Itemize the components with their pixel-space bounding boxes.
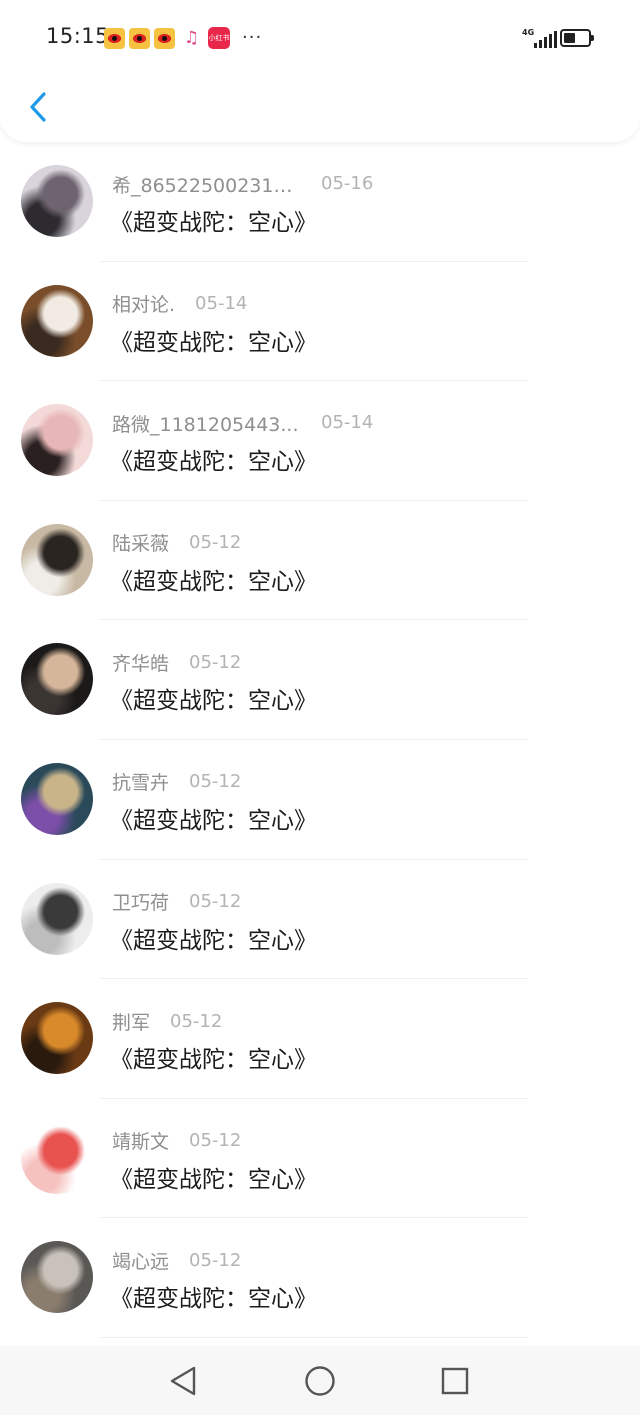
item-meta: 靖斯文 05-12 (112, 1128, 241, 1154)
content-title[interactable]: 《超变战陀：空心》 (110, 442, 317, 476)
user-name[interactable]: 荆军 (112, 1008, 150, 1035)
item-meta: 荆军 05-12 (112, 1008, 222, 1034)
page: 15:15 ♫ 小红书 ··· 4G 希_865225002319... 05-… (0, 0, 640, 1415)
post-date: 05-12 (189, 651, 242, 673)
content-title[interactable]: 《超变战陀：空心》 (110, 1160, 317, 1194)
item-meta: 抗雪卉 05-12 (112, 769, 241, 795)
list-item[interactable]: 希_865225002319... 05-16 《超变战陀：空心》 (0, 142, 640, 262)
divider (100, 1336, 528, 1338)
xiaohongshu-icon: 小红书 (208, 27, 230, 49)
list-item[interactable]: 陆采薇 05-12 《超变战陀：空心》 (0, 501, 640, 621)
item-meta: 卫巧荷 05-12 (112, 889, 241, 915)
avatar[interactable] (21, 404, 93, 477)
user-name[interactable]: 抗雪卉 (112, 768, 169, 795)
content-title[interactable]: 《超变战陀：空心》 (110, 801, 317, 835)
avatar[interactable] (21, 1241, 93, 1314)
list-item[interactable]: 齐华皓 05-12 《超变战陀：空心》 (0, 620, 640, 740)
battery-icon (560, 29, 594, 47)
list-item[interactable]: 荆军 05-12 《超变战陀：空心》 (0, 979, 640, 1099)
content-title[interactable]: 《超变战陀：空心》 (110, 562, 317, 596)
user-name[interactable]: 卫巧荷 (112, 888, 169, 915)
recents-square-icon (441, 1367, 469, 1395)
weibo-icon (129, 27, 150, 49)
avatar[interactable] (21, 643, 93, 716)
post-date: 05-12 (189, 891, 242, 913)
system-navigation-bar (0, 1346, 640, 1415)
content-title[interactable]: 《超变战陀：空心》 (110, 1279, 317, 1313)
nav-home-button[interactable] (303, 1364, 337, 1398)
comment-list: 希_865225002319... 05-16 《超变战陀：空心》 相对论. 05-14… (0, 142, 640, 1338)
list-item[interactable]: 卫巧荷 05-12 《超变战陀：空心》 (0, 860, 640, 980)
music-icon: ♫ (183, 27, 200, 48)
item-meta: 竭心远 05-12 (112, 1247, 241, 1273)
avatar[interactable] (21, 165, 93, 237)
content-title[interactable]: 《超变战陀：空心》 (110, 323, 317, 357)
notification-icons: ♫ 小红书 ··· (104, 27, 262, 49)
post-date: 05-14 (195, 293, 248, 315)
status-time: 15:15 (46, 24, 110, 48)
content-title[interactable]: 《超变战陀：空心》 (110, 681, 317, 715)
item-meta: 相对论. 05-14 (112, 291, 247, 317)
post-date: 05-14 (321, 412, 374, 434)
home-circle-icon (305, 1366, 335, 1396)
avatar[interactable] (21, 1002, 93, 1075)
user-name[interactable]: 陆采薇 (112, 529, 169, 556)
item-meta: 齐华皓 05-12 (112, 649, 241, 675)
back-button[interactable] (18, 86, 58, 128)
status-bar: 15:15 ♫ 小红书 ··· 4G (0, 0, 640, 76)
avatar[interactable] (21, 284, 93, 357)
back-triangle-icon (170, 1366, 196, 1396)
item-meta: 希_865225002319... (112, 171, 302, 197)
weibo-icon (154, 27, 175, 49)
list-item[interactable]: 相对论. 05-14 《超变战陀：空心》 (0, 262, 640, 382)
avatar[interactable] (21, 762, 93, 835)
avatar[interactable] (21, 882, 93, 955)
item-meta: 路微_1181205443... (112, 410, 299, 436)
chevron-left-icon (30, 92, 46, 122)
user-name[interactable]: 齐华皓 (112, 649, 169, 676)
nav-back-button[interactable] (166, 1364, 200, 1398)
user-name[interactable]: 路微_1181205443... (112, 410, 299, 437)
user-name[interactable]: 希_865225002319... (112, 171, 302, 198)
post-date: 05-12 (189, 771, 242, 793)
post-date: 05-12 (170, 1010, 223, 1032)
list-item[interactable]: 路微_1181205443... 05-14 《超变战陀：空心》 (0, 381, 640, 501)
list-item[interactable]: 竭心远 05-12 《超变战陀：空心》 (0, 1218, 640, 1338)
post-date: 05-12 (189, 1130, 242, 1152)
header: 15:15 ♫ 小红书 ··· 4G (0, 0, 640, 142)
signal-icon: 4G (522, 28, 557, 50)
weibo-icon (104, 27, 125, 49)
post-date: 05-16 (321, 173, 374, 194)
post-date: 05-12 (189, 1249, 242, 1271)
nav-recents-button[interactable] (438, 1364, 472, 1398)
user-name[interactable]: 靖斯文 (112, 1127, 169, 1154)
more-icon: ··· (242, 27, 263, 48)
content-title[interactable]: 《超变战陀：空心》 (110, 203, 317, 237)
content-title[interactable]: 《超变战陀：空心》 (110, 1040, 317, 1074)
avatar[interactable] (21, 1121, 93, 1194)
user-name[interactable]: 相对论. (112, 290, 175, 317)
content-title[interactable]: 《超变战陀：空心》 (110, 921, 317, 955)
user-name[interactable]: 竭心远 (112, 1247, 169, 1274)
network-type: 4G (522, 28, 535, 37)
item-meta: 陆采薇 05-12 (112, 530, 241, 556)
list-item[interactable]: 靖斯文 05-12 《超变战陀：空心》 (0, 1099, 640, 1219)
list-item[interactable]: 抗雪卉 05-12 《超变战陀：空心》 (0, 740, 640, 860)
post-date: 05-12 (189, 532, 242, 554)
avatar[interactable] (21, 523, 93, 596)
